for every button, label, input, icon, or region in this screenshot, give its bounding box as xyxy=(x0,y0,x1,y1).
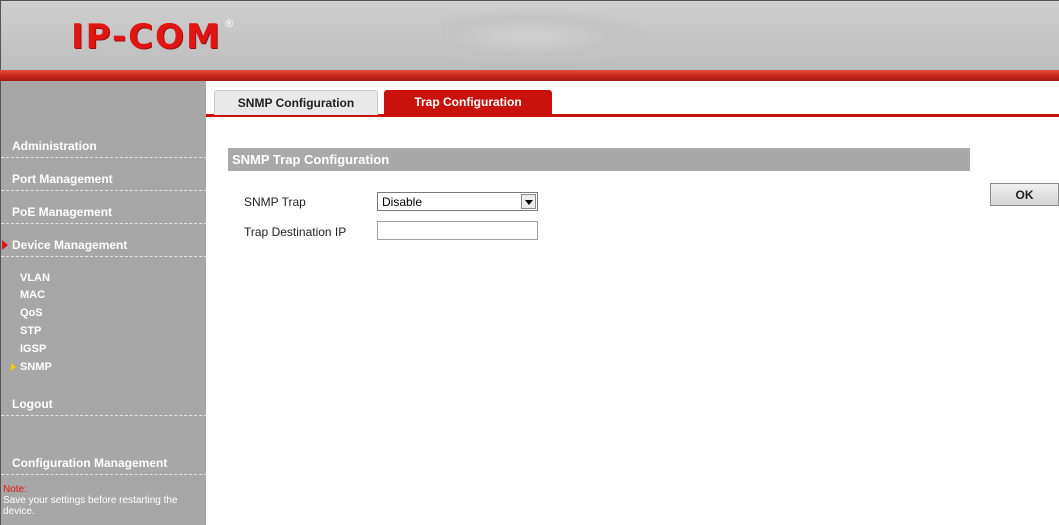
sidebar-subitem-vlan[interactable]: VLAN xyxy=(20,270,50,286)
snmp-trap-select[interactable]: Disable xyxy=(377,192,538,211)
sidebar-note: Note: Save your settings before restarti… xyxy=(3,484,203,517)
tab-label: SNMP Configuration xyxy=(237,96,355,110)
sidebar-subitem-label: QoS xyxy=(20,307,43,319)
sidebar-subitem-label: IGSP xyxy=(20,343,47,355)
world-map-graphic xyxy=(441,7,661,67)
snmp-trap-select-value: Disable xyxy=(382,195,423,209)
sidebar-item-poe-management[interactable]: PoE Management xyxy=(1,200,207,224)
dropdown-button[interactable] xyxy=(521,194,536,209)
tab-bar: SNMP Configuration Trap Configuration xyxy=(206,81,1059,117)
sidebar-item-logout[interactable]: Logout xyxy=(1,392,207,416)
section-title: SNMP Trap Configuration xyxy=(228,148,970,171)
sidebar-subitem-label: VLAN xyxy=(20,272,50,284)
header-banner: IP-COM ® xyxy=(0,0,1059,70)
sidebar-subitem-label: MAC xyxy=(20,289,46,301)
sidebar-subitem-label: STP xyxy=(20,325,42,337)
sidebar-item-port-management[interactable]: Port Management xyxy=(1,167,207,191)
header-red-bar xyxy=(0,70,1059,81)
sidebar-item-label: Administration xyxy=(12,139,97,153)
ok-button[interactable]: OK xyxy=(990,183,1059,206)
trap-destination-ip-label: Trap Destination IP xyxy=(244,225,347,239)
sidebar-item-administration[interactable]: Administration xyxy=(1,134,207,158)
sidebar-subitem-label: SNMP xyxy=(20,361,52,373)
logo-text: IP-COM xyxy=(71,17,222,57)
snmp-trap-label: SNMP Trap xyxy=(244,195,306,209)
active-subitem-arrow-icon xyxy=(11,363,16,371)
sidebar-subitem-mac[interactable]: MAC xyxy=(20,287,45,303)
brand-logo: IP-COM ® xyxy=(71,17,237,57)
tab-snmp-configuration[interactable]: SNMP Configuration xyxy=(214,90,378,115)
tab-trap-configuration[interactable]: Trap Configuration xyxy=(384,90,552,115)
note-text: Save your settings before restarting the… xyxy=(3,495,178,517)
sidebar-item-label: Logout xyxy=(12,397,53,411)
tab-label: Trap Configuration xyxy=(414,95,522,109)
sidebar-subitem-igsp[interactable]: IGSP xyxy=(20,341,46,357)
trap-destination-ip-input[interactable] xyxy=(377,221,538,240)
chevron-down-icon xyxy=(525,200,533,205)
sidebar-item-device-management[interactable]: Device Management xyxy=(1,233,207,257)
sidebar-item-label: PoE Management xyxy=(12,205,113,219)
sidebar-subitem-qos[interactable]: QoS xyxy=(20,305,43,321)
sidebar-subitem-snmp[interactable]: SNMP xyxy=(11,359,52,375)
sidebar-item-configuration-management[interactable]: Configuration Management xyxy=(1,451,207,475)
sidebar-item-label: Port Management xyxy=(12,172,113,186)
note-title: Note: xyxy=(3,484,27,495)
registered-mark: ® xyxy=(223,17,237,30)
sidebar: Administration Port Management PoE Manag… xyxy=(0,81,207,525)
sidebar-item-label: Configuration Management xyxy=(12,456,168,470)
sidebar-item-label: Device Management xyxy=(12,238,128,252)
active-arrow-icon xyxy=(2,240,8,250)
sidebar-subitem-stp[interactable]: STP xyxy=(20,323,41,339)
